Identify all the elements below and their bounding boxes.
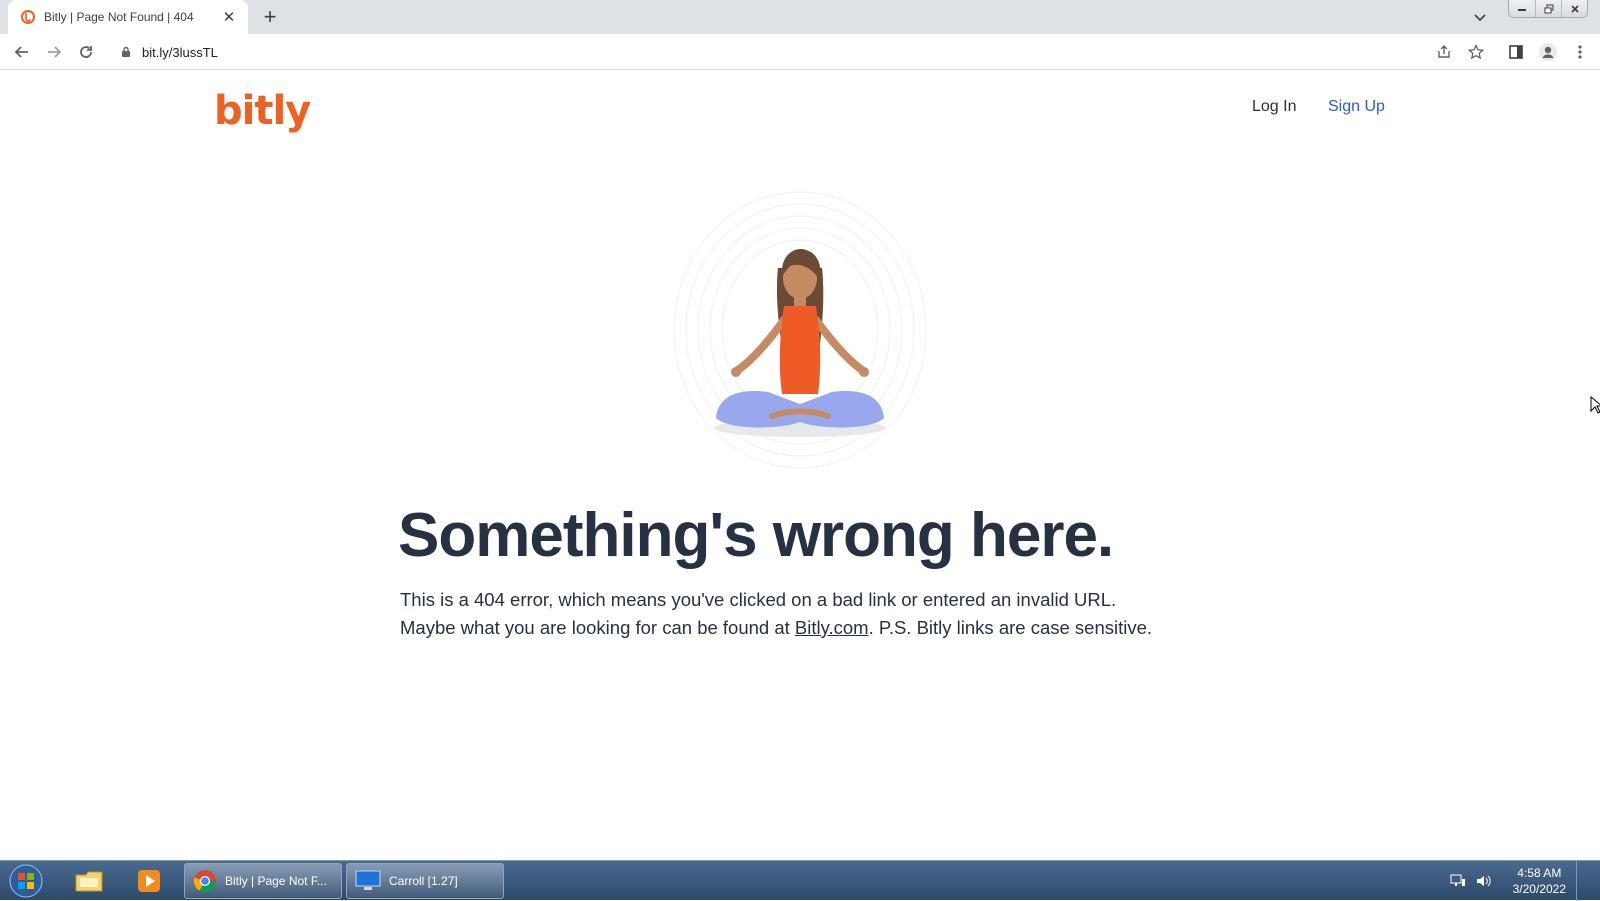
start-button[interactable] [6,863,46,899]
line2-prefix: Maybe what you are looking for can be fo… [400,617,795,638]
back-icon[interactable] [8,38,36,66]
browser-toolbar: bit.ly/3lussTL [0,34,1600,70]
restore-button[interactable] [1535,0,1561,17]
show-desktop-button[interactable] [1576,861,1588,901]
clock-date: 3/20/2022 [1512,882,1566,896]
error-description-line2: Maybe what you are looking for can be fo… [400,614,1300,642]
taskbar-task-label: Carroll [1.27] [389,874,458,888]
system-tray: 4:58 AM 3/20/2022 [1447,861,1588,901]
page-headline: Something's wrong here. [398,501,1114,570]
network-icon[interactable] [1447,870,1469,892]
tab-strip: Bitly | Page Not Found | 404 ✕ + [0,0,1600,34]
media-player-icon[interactable] [124,864,174,898]
mouse-cursor-icon [1590,395,1600,419]
lock-icon [118,44,134,60]
clock-time: 4:58 AM [1517,866,1562,880]
url-text: bit.ly/3lussTL [142,44,218,60]
tab-close-icon[interactable]: ✕ [220,8,238,26]
chrome-icon [193,870,216,892]
bitly-com-link[interactable]: Bitly.com [795,617,869,638]
window-controls [1508,0,1588,18]
bitly-favicon-icon [20,9,36,25]
close-window-button[interactable] [1561,0,1587,17]
taskbar-task-label: Bitly | Page Not F... [225,874,327,888]
line2-suffix: . P.S. Bitly links are case sensitive. [868,617,1153,638]
volume-icon[interactable] [1473,870,1495,892]
tab-bitly-404[interactable]: Bitly | Page Not Found | 404 ✕ [8,0,248,34]
system-clock[interactable]: 4:58 AM 3/20/2022 [1513,865,1566,897]
menu-kebab-icon[interactable] [1566,38,1594,66]
minimize-button[interactable] [1509,0,1535,17]
error-description-line1: This is a 404 error, which means you've … [400,589,1117,610]
login-link[interactable]: Log In [1252,98,1296,116]
taskbar-task-carroll[interactable]: Carroll [1.27] [346,863,504,899]
taskbar-task-chrome[interactable]: Bitly | Page Not F... [184,863,342,899]
meditating-woman-illustration [672,182,932,472]
page-content: bitly Log In Sign Up Something's wrong h… [0,70,1600,860]
profile-avatar-icon[interactable] [1534,38,1562,66]
side-panel-icon[interactable] [1502,38,1530,66]
windows-taskbar: Bitly | Page Not F... Carroll [1.27] 4:5… [0,860,1600,901]
new-tab-button[interactable]: + [258,5,282,29]
share-icon[interactable] [1430,38,1458,66]
reload-icon[interactable] [72,38,100,66]
tab-search-chevron-icon[interactable] [1470,8,1490,28]
signup-link[interactable]: Sign Up [1328,98,1385,116]
error-description: This is a 404 error, which means you've … [400,586,1300,642]
bookmark-star-icon[interactable] [1462,38,1490,66]
bitly-logo[interactable]: bitly [214,88,311,134]
tab-title: Bitly | Page Not Found | 404 [44,10,194,24]
address-bar[interactable]: bit.ly/3lussTL [110,38,1510,66]
file-explorer-icon[interactable] [64,864,114,898]
monitor-icon [355,870,381,890]
forward-icon[interactable] [40,38,68,66]
